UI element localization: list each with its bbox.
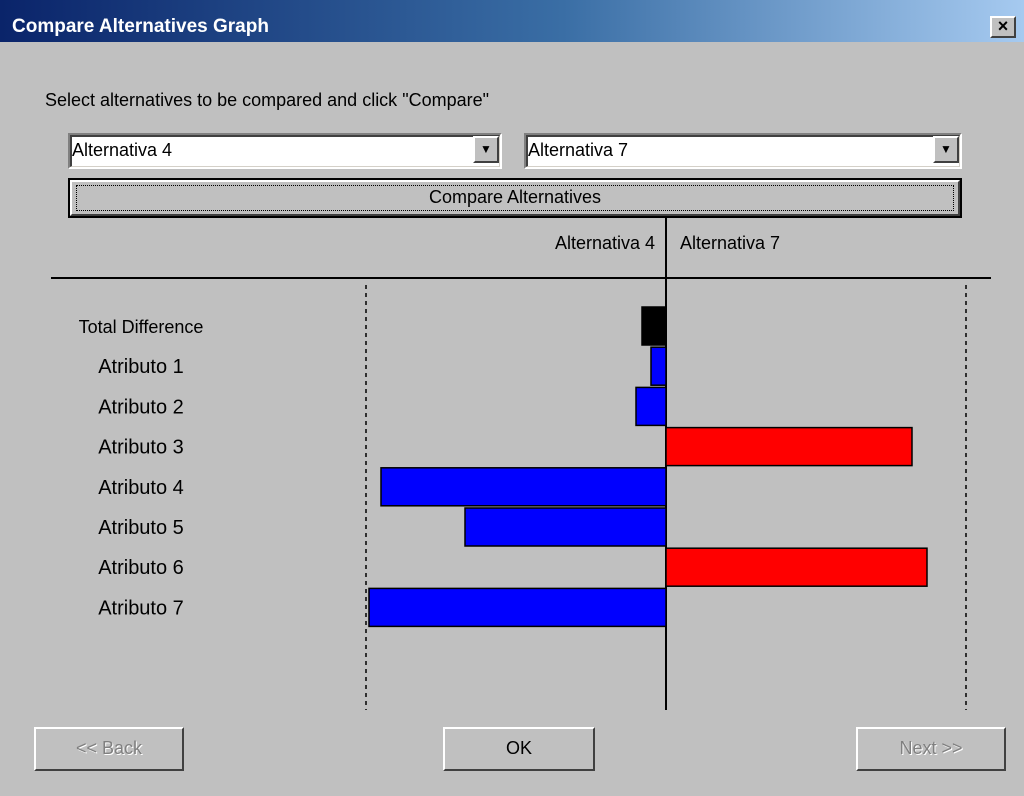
chevron-down-icon[interactable]: ▼ bbox=[473, 136, 499, 163]
bars-group: Total Difference Atributo 1 Atributo 2 Atri… bbox=[79, 306, 928, 628]
category-label: Atributo 3 bbox=[98, 437, 184, 459]
category-label: Atributo 6 bbox=[98, 557, 184, 579]
bar-atributo-6 bbox=[665, 547, 928, 587]
compare-alternatives-button[interactable]: Compare Alternatives bbox=[68, 178, 962, 218]
bar-atributo-7 bbox=[368, 587, 667, 628]
bar-atributo-5 bbox=[464, 507, 667, 547]
left-alternative-select[interactable]: Alternativa 4 ▼ bbox=[68, 133, 502, 169]
next-button-label: Next >> bbox=[899, 738, 963, 758]
bar-atributo-1 bbox=[650, 346, 667, 386]
bar-atributo-3 bbox=[665, 426, 913, 467]
bar-total-difference bbox=[641, 306, 667, 346]
close-icon: × bbox=[997, 16, 1009, 36]
title-bar: Compare Alternatives Graph × bbox=[0, 0, 1024, 42]
category-label: Atributo 5 bbox=[98, 517, 184, 539]
right-alternative-select[interactable]: Alternativa 7 ▼ bbox=[524, 133, 962, 169]
right-alternative-value: Alternativa 7 bbox=[528, 140, 629, 160]
compare-button-label: Compare Alternatives bbox=[428, 187, 602, 207]
category-label: Total Difference bbox=[79, 317, 204, 337]
back-button[interactable]: << Back bbox=[34, 727, 184, 771]
next-button[interactable]: Next >> bbox=[856, 727, 1006, 771]
right-alternative-header: Alternativa 7 bbox=[680, 233, 780, 253]
ok-button[interactable]: OK bbox=[443, 727, 595, 771]
ok-button-label: OK bbox=[505, 738, 532, 758]
back-button-label: << Back bbox=[75, 738, 143, 758]
left-alternative-header: Alternativa 4 bbox=[555, 233, 655, 253]
window-title: Compare Alternatives Graph bbox=[12, 16, 269, 37]
bar-atributo-4 bbox=[380, 467, 667, 507]
left-alternative-value: Alternativa 4 bbox=[72, 140, 173, 160]
chevron-down-icon[interactable]: ▼ bbox=[933, 136, 959, 163]
category-label: Atributo 4 bbox=[98, 477, 184, 499]
category-label: Atributo 2 bbox=[98, 396, 184, 418]
close-button[interactable]: × bbox=[990, 16, 1016, 38]
category-label: Atributo 1 bbox=[98, 356, 184, 378]
comparison-chart: Alternativa 4 Alternativa 7 Total Differ… bbox=[51, 218, 991, 710]
bar-atributo-2 bbox=[635, 386, 667, 427]
instruction-text: Select alternatives to be compared and c… bbox=[45, 90, 489, 110]
category-label: Atributo 7 bbox=[98, 597, 184, 619]
